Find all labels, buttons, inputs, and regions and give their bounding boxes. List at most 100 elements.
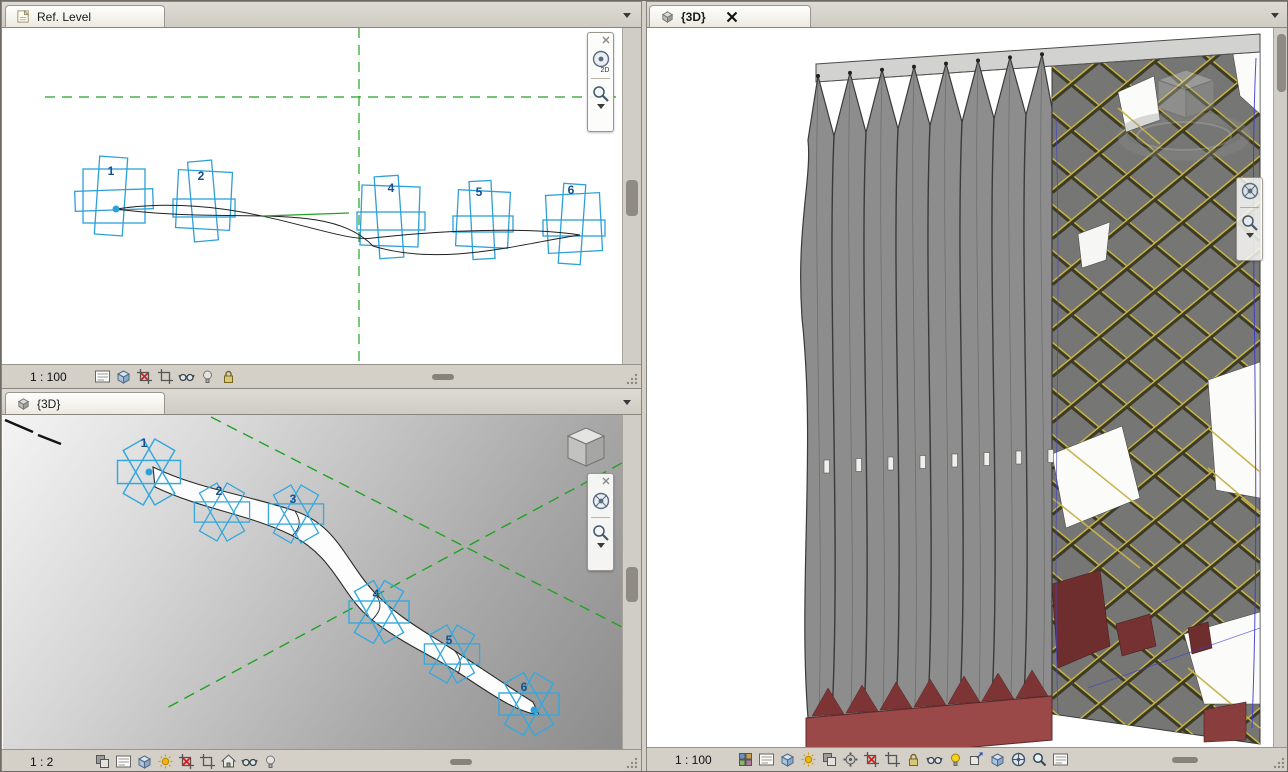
detail-level-icon[interactable] (115, 753, 132, 770)
bubble-5: 5 (446, 633, 453, 647)
worksets-icon[interactable] (968, 751, 985, 768)
detail-level-icon[interactable] (94, 368, 111, 385)
vertical-scrollbar[interactable] (622, 28, 641, 364)
shadows-icon[interactable] (94, 753, 111, 770)
vertical-scrollbar[interactable] (1273, 28, 1287, 747)
green-reference-lines (162, 416, 622, 711)
horizontal-scrollbar-thumb[interactable] (450, 759, 472, 765)
horizontal-scrollbar-thumb[interactable] (432, 374, 454, 380)
scrollbar-thumb[interactable] (626, 567, 638, 602)
tab-label-right-3d: {3D} (681, 9, 706, 24)
view-control-bar: 1 : 2 (2, 749, 641, 771)
green-reference-lines (45, 28, 622, 364)
steering-wheel-2d-icon[interactable]: 2D (590, 49, 612, 73)
tab-right-3d[interactable]: {3D} (649, 5, 811, 27)
reveal-hidden-elements-icon[interactable] (262, 753, 279, 770)
tab-ref-level[interactable]: Ref. Level (5, 5, 165, 27)
bubble-5: 5 (476, 185, 483, 199)
tab-menu-chevron-icon[interactable] (1267, 8, 1283, 23)
control-point[interactable] (145, 468, 153, 476)
worksharing-display-icon[interactable] (737, 751, 754, 768)
right-3d-canvas[interactable] (648, 28, 1273, 747)
visual-style-icon[interactable] (779, 751, 796, 768)
scrollbar-thumb[interactable] (1277, 34, 1286, 92)
reveal-hidden-elements-icon[interactable] (947, 751, 964, 768)
navigation-bar (1236, 177, 1263, 261)
pane-left-3d: {3D} 1 2 3 4 5 6 1: 2 (1, 388, 642, 771)
scrollbar-thumb[interactable] (626, 180, 638, 216)
unlocked-view-icon[interactable] (905, 751, 922, 768)
close-tab-icon[interactable] (726, 11, 738, 23)
pane-right-3d: {3D} 1: 100 (646, 1, 1287, 771)
navbar-close-icon[interactable] (602, 477, 610, 485)
bubble-3: 3 (290, 492, 297, 506)
visual-style-icon[interactable] (136, 753, 153, 770)
zoom-icon[interactable] (1240, 213, 1260, 233)
properties-icon[interactable] (1052, 751, 1069, 768)
3d-view-icon (661, 11, 674, 23)
reference-planes (74, 155, 606, 266)
show-crop-region-icon[interactable] (157, 368, 174, 385)
revit-window: Ref. Level 1 2 4 5 6 2D 1: 100 {3D} 1 2… (0, 0, 1288, 772)
save-orientation-icon[interactable] (220, 753, 237, 770)
show-crop-region-icon[interactable] (199, 753, 216, 770)
scale-label[interactable]: 1 : 2 (30, 755, 53, 769)
displacement-icon[interactable] (989, 751, 1006, 768)
crop-view-icon[interactable] (178, 753, 195, 770)
horizontal-scrollbar-thumb[interactable] (1172, 757, 1198, 763)
sun-path-icon[interactable] (157, 753, 174, 770)
navbar-chevron-icon[interactable] (1245, 233, 1254, 256)
green-spline-segment (262, 212, 350, 217)
right-3d-tabbar: {3D} (647, 2, 1287, 28)
plan-view-icon (17, 9, 30, 23)
zoom-icon[interactable] (591, 523, 611, 543)
view-cube[interactable] (559, 423, 613, 474)
navbar-close-icon[interactable] (602, 36, 610, 44)
constraints-icon[interactable] (1010, 751, 1027, 768)
tab-menu-chevron-icon[interactable] (619, 395, 635, 410)
navigation-bar: 2D (587, 32, 614, 132)
ref-level-canvas[interactable]: 1 2 4 5 6 2D (3, 28, 622, 364)
scale-label[interactable]: 1 : 100 (675, 753, 712, 767)
resize-grip[interactable] (625, 372, 638, 385)
sun-path-icon[interactable] (800, 751, 817, 768)
unlocked-view-icon[interactable] (220, 368, 237, 385)
scale-label[interactable]: 1 : 100 (30, 370, 67, 384)
steering-wheel-icon[interactable] (1239, 180, 1261, 202)
tab-label-ref-level: Ref. Level (37, 9, 92, 24)
visual-style-icon[interactable] (115, 368, 132, 385)
navigation-bar (587, 473, 614, 571)
3d-view-icon (17, 398, 30, 410)
tab-menu-chevron-icon[interactable] (619, 8, 635, 23)
zoom-icon[interactable] (1031, 751, 1048, 768)
resize-grip[interactable] (1272, 756, 1285, 769)
crop-view-icon[interactable] (136, 368, 153, 385)
navbar-chevron-icon[interactable] (596, 543, 605, 566)
vertical-scrollbar[interactable] (622, 415, 641, 749)
view-control-bar: 1 : 100 (647, 747, 1287, 771)
ref-level-tabbar: Ref. Level (2, 2, 641, 28)
control-point[interactable] (530, 706, 538, 714)
tab-left-3d[interactable]: {3D} (5, 392, 165, 414)
left-3d-canvas[interactable]: 1 2 3 4 5 6 (3, 415, 622, 749)
navbar-chevron-icon[interactable] (596, 104, 605, 127)
reveal-hidden-elements-icon[interactable] (199, 368, 216, 385)
bubble-6: 6 (568, 183, 575, 197)
resize-grip[interactable] (625, 756, 638, 769)
zoom-icon[interactable] (591, 84, 611, 104)
render-icon[interactable] (842, 751, 859, 768)
show-crop-region-icon[interactable] (884, 751, 901, 768)
steering-wheel-icon[interactable] (590, 490, 612, 512)
temporary-hide-isolate-icon[interactable] (178, 368, 195, 385)
bubble-4: 4 (373, 587, 380, 601)
fins-body (800, 54, 1053, 719)
left-3d-drawing: 1 2 3 4 5 6 (4, 416, 622, 737)
control-point[interactable] (112, 205, 120, 213)
temporary-hide-isolate-icon[interactable] (241, 753, 258, 770)
detail-level-icon[interactable] (758, 751, 775, 768)
crop-view-icon[interactable] (863, 751, 880, 768)
view-control-bar: 1 : 100 (2, 364, 641, 389)
temporary-hide-isolate-icon[interactable] (926, 751, 943, 768)
bubble-4: 4 (388, 181, 395, 195)
shadows-icon[interactable] (821, 751, 838, 768)
